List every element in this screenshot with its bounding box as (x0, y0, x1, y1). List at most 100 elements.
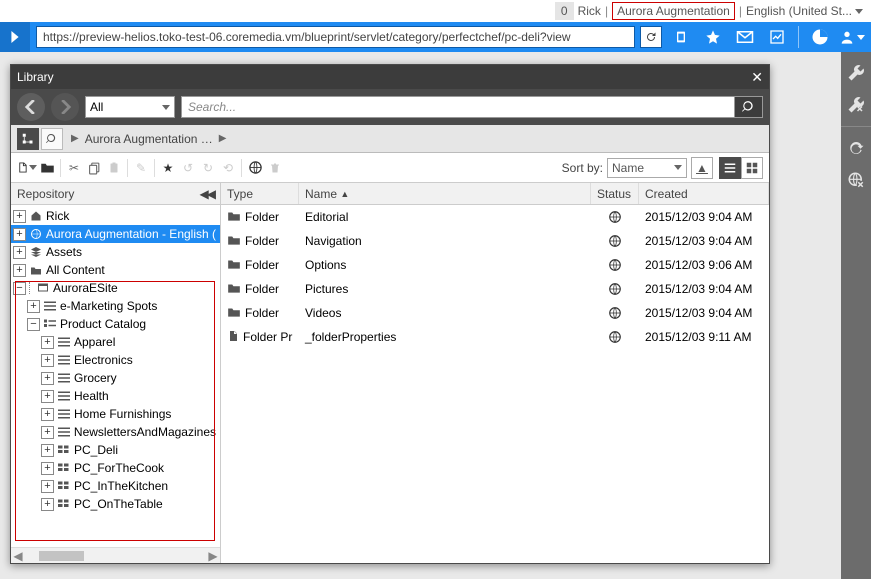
delete-button[interactable] (265, 157, 285, 179)
col-status[interactable]: Status (591, 183, 639, 204)
language-label: English (United St... (746, 4, 852, 18)
collapse-icon[interactable]: ◀◀ (200, 187, 214, 201)
library-titlebar[interactable]: Library ✕ (11, 65, 769, 89)
person-icon[interactable] (839, 24, 865, 50)
cut-button[interactable]: ✂ (64, 157, 84, 179)
globe-button[interactable] (245, 157, 265, 179)
search-input[interactable]: Search... (181, 96, 735, 118)
tree-node-allcontent[interactable]: +All Content (11, 261, 220, 279)
col-type[interactable]: Type (221, 183, 299, 204)
divider (241, 159, 242, 177)
tree-node-electronics[interactable]: +Electronics (11, 351, 220, 369)
sort-asc-icon: ▲ (340, 189, 349, 199)
refresh-arrow-button[interactable]: ↻ (198, 157, 218, 179)
paste-button[interactable] (104, 157, 124, 179)
thumbnail-view-button[interactable] (741, 157, 763, 179)
tree-node-auroraesite[interactable]: −AuroraESite (11, 279, 220, 297)
divider (798, 26, 799, 48)
bookmark-icon[interactable] (700, 24, 726, 50)
col-name[interactable]: Name ▲ (299, 183, 591, 204)
tree-mode-toggle[interactable] (17, 128, 39, 150)
table-row[interactable]: FolderNavigation2015/12/03 9:04 AM (221, 229, 769, 253)
content-pane: Type Name ▲ Status Created FolderEditori… (221, 183, 769, 563)
tree-label: PC_Deli (74, 443, 118, 457)
sort-selector[interactable]: Name (607, 158, 687, 178)
tree-node-emarketing[interactable]: +e-Marketing Spots (11, 297, 220, 315)
repository-tree[interactable]: +Rick +Aurora Augmentation - English ( +… (11, 205, 220, 547)
globe-x-icon[interactable] (845, 169, 867, 191)
sort-direction-button[interactable]: ▲ (691, 157, 713, 179)
list-view-button[interactable] (719, 157, 741, 179)
tree-node-assets[interactable]: +Assets (11, 243, 220, 261)
expand-button[interactable] (0, 22, 30, 52)
tree-node-aurora[interactable]: +Aurora Augmentation - English ( (11, 225, 220, 243)
context-bar: 0 Rick | Aurora Augmentation | English (… (0, 0, 871, 22)
table-row[interactable]: Folder Pr_folderProperties2015/12/03 9:1… (221, 325, 769, 349)
refresh-stale-button[interactable]: ↺ (178, 157, 198, 179)
search-wrap: Search... (181, 96, 763, 118)
folder-icon (29, 265, 43, 276)
tree-node-pconthetable[interactable]: +PC_OnTheTable (11, 495, 220, 513)
list-icon (57, 427, 71, 437)
cell-name: Editorial (299, 210, 591, 224)
repository-pane: Repository ◀◀ +Rick +Aurora Augmentation… (11, 183, 221, 563)
type-filter[interactable]: All (85, 96, 175, 118)
forward-button[interactable] (51, 93, 79, 121)
search-button[interactable] (735, 96, 763, 118)
notification-count[interactable]: 0 (555, 2, 574, 20)
tree-node-pcdeli[interactable]: +PC_Deli (11, 441, 220, 459)
cell-name: Navigation (299, 234, 591, 248)
tree-node-homefurnishings[interactable]: +Home Furnishings (11, 405, 220, 423)
table-row[interactable]: FolderOptions2015/12/03 9:06 AM (221, 253, 769, 277)
language-selector[interactable]: English (United St... (746, 4, 863, 18)
table-row[interactable]: FolderPictures2015/12/03 9:04 AM (221, 277, 769, 301)
bookmark-button[interactable]: ★ (158, 157, 178, 179)
tree-node-newsletters[interactable]: +NewslettersAndMagazines (11, 423, 220, 441)
grid-icon (57, 499, 71, 509)
tree-node-grocery[interactable]: +Grocery (11, 369, 220, 387)
chevron-down-icon (855, 9, 863, 14)
address-bar: https://preview-helios.toko-test-06.core… (0, 22, 871, 52)
tree-node-pcforthecook[interactable]: +PC_ForTheCook (11, 459, 220, 477)
copy-button[interactable] (84, 157, 104, 179)
tree-node-pcinthekitchen[interactable]: +PC_InTheKitchen (11, 477, 220, 495)
tree-node-productcatalog[interactable]: −Product Catalog (11, 315, 220, 333)
new-folder-button[interactable] (37, 157, 57, 179)
tree-node-health[interactable]: +Health (11, 387, 220, 405)
analytics-icon[interactable] (764, 24, 790, 50)
edit-button[interactable]: ✎ (131, 157, 151, 179)
withdraw-button[interactable]: ⟲ (218, 157, 238, 179)
wrench-x-icon[interactable] (845, 94, 867, 116)
tree-node-rick[interactable]: +Rick (11, 207, 220, 225)
chevron-down-icon (29, 165, 37, 170)
home-icon (29, 210, 43, 222)
horizontal-scrollbar[interactable]: ◀▶ (11, 547, 220, 563)
chevron-down-icon (674, 165, 682, 170)
site-label[interactable]: Aurora Augmentation (612, 2, 735, 20)
mail-icon[interactable] (732, 24, 758, 50)
tree-node-apparel[interactable]: +Apparel (11, 333, 220, 351)
divider (127, 159, 128, 177)
device-icon[interactable] (668, 24, 694, 50)
url-input[interactable]: https://preview-helios.toko-test-06.core… (36, 26, 635, 48)
reload-button[interactable] (640, 26, 662, 48)
wrench-icon[interactable] (845, 62, 867, 84)
table-row[interactable]: FolderVideos2015/12/03 9:04 AM (221, 301, 769, 325)
time-icon[interactable] (807, 24, 833, 50)
tree-label: Grocery (74, 371, 117, 385)
back-button[interactable] (17, 93, 45, 121)
user-label[interactable]: Rick (578, 4, 601, 18)
close-icon[interactable]: ✕ (751, 69, 763, 86)
search-mode-toggle[interactable] (41, 128, 63, 150)
document-icon (227, 329, 239, 346)
sync-icon[interactable] (845, 137, 867, 159)
folder-icon (227, 282, 241, 297)
breadcrumb[interactable]: ▶ Aurora Augmentation … ▶ (65, 132, 232, 146)
grid-icon (57, 463, 71, 473)
table-row[interactable]: FolderEditorial2015/12/03 9:04 AM (221, 205, 769, 229)
breadcrumb-item[interactable]: Aurora Augmentation … (85, 132, 213, 146)
new-document-button[interactable] (17, 157, 37, 179)
cell-status (591, 234, 639, 248)
separator: | (739, 4, 742, 18)
col-created[interactable]: Created (639, 183, 769, 204)
